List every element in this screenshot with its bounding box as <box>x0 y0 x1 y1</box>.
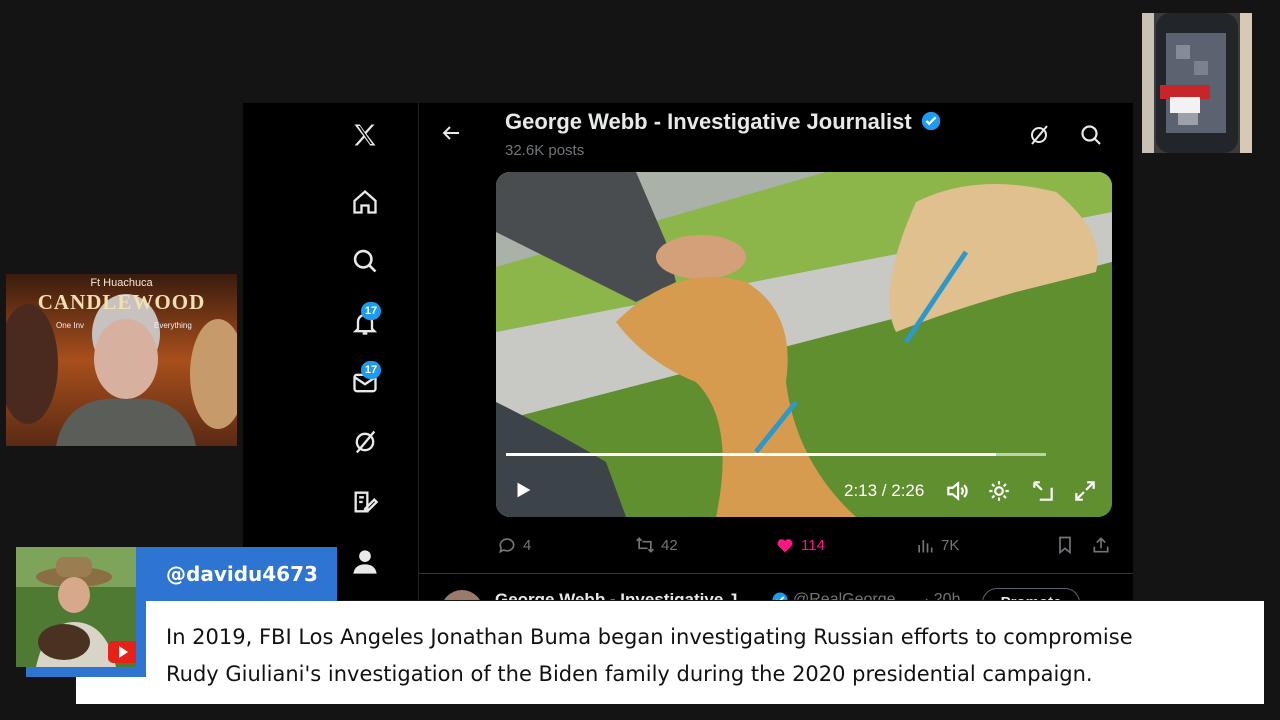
webcam-presenter <box>16 547 136 667</box>
repost-count: 42 <box>661 536 678 554</box>
post-count: 32.6K posts <box>505 142 585 159</box>
messages-badge: 17 <box>361 361 381 379</box>
webcam-guest <box>1142 13 1252 153</box>
volume-icon[interactable] <box>944 478 970 508</box>
grok-header-icon[interactable] <box>1027 123 1051 151</box>
play-icon <box>517 482 531 498</box>
next-post-verified-icon <box>771 591 789 600</box>
x-sidebar: 17 17 <box>243 103 419 600</box>
video-frame <box>496 172 1112 517</box>
search-icon[interactable] <box>347 243 383 279</box>
x-app-window: 17 17 George Webb - Investigative Journa… <box>243 103 1133 600</box>
poster-tagline-b: Everything <box>154 321 192 330</box>
next-post-author[interactable]: George Webb - Investigative J... <box>495 590 752 600</box>
caption-text: In 2019, FBI Los Angeles Jonathan Buma b… <box>166 619 1256 693</box>
back-arrow-icon[interactable] <box>439 121 463 149</box>
like-action[interactable]: 114 <box>775 535 825 555</box>
profile-column: George Webb - Investigative Journalist 3… <box>419 103 1133 600</box>
reply-count: 4 <box>523 536 532 554</box>
poster-subtitle: Ft Huachuca <box>90 277 153 289</box>
bookmark-icon[interactable] <box>1055 535 1075 555</box>
caption-line-2: Rudy Giuliani's investigation of the Bid… <box>166 662 1093 686</box>
views-icon <box>918 540 933 553</box>
repost-icon <box>636 537 654 553</box>
post-divider <box>419 573 1133 574</box>
reply-icon <box>499 538 515 554</box>
next-post-handle[interactable]: @RealGeorge... <box>793 591 909 600</box>
home-icon[interactable] <box>347 184 383 220</box>
poster-title: CANDLEWOOD <box>37 290 206 314</box>
share-icon[interactable] <box>1091 535 1111 555</box>
poster-tagline-a: One Inv <box>56 321 85 330</box>
webcam-presenter-image <box>16 547 136 667</box>
repost-action[interactable]: 42 <box>635 535 678 555</box>
webcam-host: Ft Huachuca CANDLEWOOD One Inv Everythin… <box>6 274 237 446</box>
play-button[interactable] <box>512 479 534 505</box>
picture-in-picture-icon[interactable] <box>1030 478 1056 508</box>
heart-icon <box>777 539 793 553</box>
notifications-badge: 17 <box>361 302 381 320</box>
profile-icon[interactable] <box>347 544 383 580</box>
webcam-guest-image <box>1142 13 1252 153</box>
compose-icon[interactable] <box>347 484 383 520</box>
next-post-time: · 20h <box>924 591 961 600</box>
reply-action[interactable]: 4 <box>497 535 531 555</box>
views-action[interactable]: 7K <box>915 535 959 555</box>
fullscreen-icon[interactable] <box>1072 478 1098 508</box>
verified-badge-icon <box>921 111 940 131</box>
header-search-icon[interactable] <box>1079 123 1103 151</box>
settings-gear-icon[interactable] <box>986 478 1012 508</box>
video-player[interactable]: 2:13 / 2:26 <box>496 172 1112 517</box>
next-post-avatar[interactable] <box>441 590 483 600</box>
like-count: 114 <box>801 536 825 554</box>
grok-icon[interactable] <box>347 424 383 460</box>
x-logo-icon[interactable] <box>347 117 383 153</box>
video-time: 2:13 / 2:26 <box>844 481 925 500</box>
channel-handle: @davidu4673 <box>166 562 318 586</box>
promote-button[interactable]: Promote <box>982 588 1080 600</box>
view-count: 7K <box>941 536 960 554</box>
profile-name: George Webb - Investigative Journalist <box>505 109 912 134</box>
profile-title: George Webb - Investigative Journalist <box>505 109 942 135</box>
handle-banner: @davidu4673 <box>136 547 337 603</box>
caption-line-1: In 2019, FBI Los Angeles Jonathan Buma b… <box>166 625 1133 649</box>
